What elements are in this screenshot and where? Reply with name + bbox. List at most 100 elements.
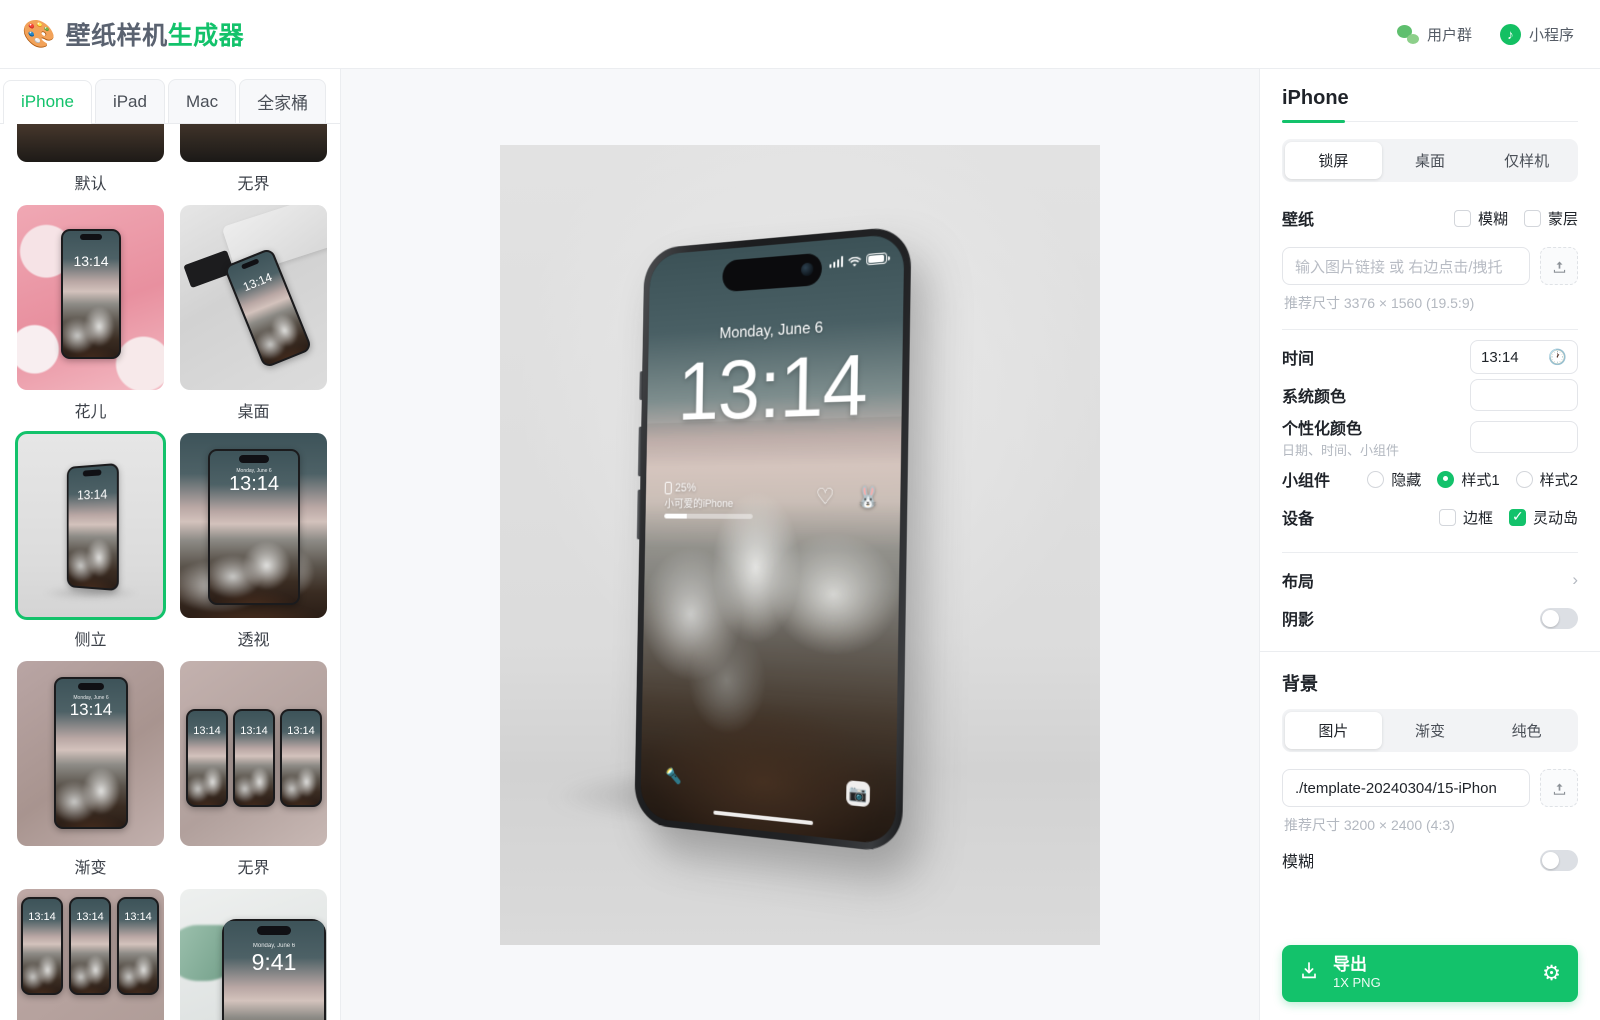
download-icon: [1299, 961, 1319, 987]
settings-panel: iPhone 锁屏 桌面 仅样机 壁纸 模糊 蒙层 输入图片链接 或 右边点击/…: [1259, 69, 1600, 1020]
battery-icon: [866, 251, 888, 265]
app-header: 🎨 壁纸样机生成器 用户群 ♪ 小程序: [0, 0, 1600, 69]
radio-icon: [1515, 470, 1533, 488]
template-item[interactable]: Monday, June 6 13:14 透视: [180, 433, 327, 661]
template-item[interactable]: 13:14 花儿: [17, 205, 164, 433]
settings-scroll[interactable]: iPhone 锁屏 桌面 仅样机 壁纸 模糊 蒙层 输入图片链接 或 右边点击/…: [1260, 69, 1600, 945]
tab-mac[interactable]: Mac: [167, 79, 237, 123]
background-blur-toggle[interactable]: [1540, 849, 1578, 871]
system-color-row: 系统颜色: [1282, 376, 1578, 414]
mockup-stage[interactable]: Monday, June 6 13:14 25% 小可爱的iPhone ♡ 🐰 …: [500, 144, 1100, 945]
status-bar-icons: [828, 251, 888, 268]
widget-option-style2-label: 样式2: [1539, 471, 1578, 489]
background-upload-button[interactable]: [1540, 769, 1578, 807]
accent-color-row: 个性化颜色 日期、时间、小组件: [1282, 414, 1578, 460]
preview-canvas[interactable]: Monday, June 6 13:14 25% 小可爱的iPhone ♡ 🐰 …: [341, 69, 1259, 1020]
wallpaper-input-row: 输入图片链接 或 右边点击/拽托: [1282, 247, 1578, 285]
widget-option-style1[interactable]: 样式1: [1437, 469, 1500, 490]
wallpaper-blur-label: 模糊: [1477, 210, 1508, 228]
layout-row[interactable]: 布局 ›: [1282, 561, 1578, 599]
template-item[interactable]: 默认: [17, 124, 164, 205]
export-button[interactable]: 导出 1X PNG ⚙: [1282, 945, 1578, 1002]
system-color-swatch[interactable]: [1470, 379, 1578, 411]
mode-tab-homescreen[interactable]: 桌面: [1382, 142, 1479, 179]
sticker-widgets: ♡ 🐰: [815, 479, 880, 510]
template-grid[interactable]: 默认 无界 13:14 花儿 13:14 桌面 13:14 侧立 Monday,…: [0, 124, 340, 1020]
user-group-link[interactable]: 用户群: [1396, 24, 1472, 45]
background-tabs: 图片 渐变 纯色: [1282, 709, 1578, 752]
iphone-mockup[interactable]: Monday, June 6 13:14 25% 小可爱的iPhone ♡ 🐰 …: [634, 224, 912, 854]
page-title: 壁纸样机生成器: [66, 16, 245, 52]
camera-icon[interactable]: 📷: [846, 779, 871, 807]
brand-title-accent: 生成器: [167, 22, 245, 50]
background-url-input[interactable]: ./template-20240304/15-iPhon: [1282, 769, 1530, 807]
upload-icon: [1553, 260, 1565, 273]
template-item[interactable]: 无界: [180, 124, 327, 205]
wallpaper-size-hint: 推荐尺寸 3376 × 1560 (19.5:9): [1284, 295, 1475, 311]
brand-title-gray: 壁纸样机: [65, 22, 168, 50]
flashlight-icon[interactable]: 🔦: [663, 763, 684, 788]
widget-label: 小组件: [1282, 473, 1331, 490]
brand[interactable]: 🎨 壁纸样机生成器: [22, 16, 244, 52]
clock-icon: 🕐: [1548, 349, 1567, 366]
checkbox-icon: [1508, 508, 1526, 526]
template-item[interactable]: 13:14 13:14 13:14 无界: [180, 661, 327, 889]
template-item[interactable]: 13:14 桌面: [180, 205, 327, 433]
template-sidebar: iPhone iPad Mac 全家桶 默认 无界 13:14 花儿 13:14…: [0, 69, 341, 1020]
shadow-row: 阴影: [1282, 599, 1578, 637]
tab-all-label: 全家桶: [257, 94, 309, 113]
mode-tab-lockscreen[interactable]: 锁屏: [1285, 142, 1382, 179]
widget-option-hidden[interactable]: 隐藏: [1367, 469, 1421, 490]
cellular-signal-icon: [828, 255, 844, 268]
template-thumbnail: Monday, June 6 13:14: [180, 433, 327, 618]
background-tab-gradient[interactable]: 渐变: [1382, 712, 1479, 749]
app-body: iPhone iPad Mac 全家桶 默认 无界 13:14 花儿 13:14…: [0, 69, 1600, 1020]
widget-option-style2[interactable]: 样式2: [1515, 469, 1578, 490]
checkbox-icon: [1438, 508, 1456, 526]
background-tab-image[interactable]: 图片: [1285, 712, 1382, 749]
template-item[interactable]: 13:14 13:14 13:14: [17, 889, 164, 1020]
template-item[interactable]: Monday, June 6 9:41: [180, 889, 327, 1020]
accent-color-label: 个性化颜色: [1282, 421, 1363, 438]
gear-icon[interactable]: ⚙: [1542, 961, 1561, 986]
tab-ipad[interactable]: iPad: [94, 79, 165, 123]
mode-tab-deviceonly[interactable]: 仅样机: [1478, 142, 1575, 179]
lock-widgets: 25% 小可爱的iPhone ♡ 🐰: [664, 479, 881, 519]
wallpaper-upload-button[interactable]: [1540, 247, 1578, 285]
accent-color-swatch[interactable]: [1470, 421, 1578, 453]
mode-tabs: 锁屏 桌面 仅样机: [1282, 139, 1578, 182]
wallpaper-url-input[interactable]: 输入图片链接 或 右边点击/拽托: [1282, 247, 1530, 285]
device-row: 设备 边框 灵动岛: [1282, 498, 1578, 536]
miniprogram-label: 小程序: [1528, 26, 1574, 44]
export-label: 导出: [1333, 954, 1367, 974]
shadow-toggle[interactable]: [1540, 607, 1578, 629]
template-label: 桌面: [237, 404, 270, 421]
wallpaper-mask-checkbox[interactable]: 蒙层: [1523, 208, 1578, 229]
template-thumbnail: Monday, June 6 13:14: [17, 661, 164, 846]
template-item-selected[interactable]: 13:14 侧立: [15, 431, 166, 661]
widget-options: 隐藏 样式1 样式2: [1367, 469, 1578, 490]
time-value: 13:14: [1481, 348, 1519, 366]
wifi-icon: [848, 254, 862, 267]
template-label: 花儿: [74, 404, 107, 421]
template-item[interactable]: Monday, June 6 13:14 渐变: [17, 661, 164, 889]
miniprogram-link[interactable]: ♪ 小程序: [1499, 23, 1574, 45]
widget-option-hidden-label: 隐藏: [1391, 471, 1422, 489]
tab-all[interactable]: 全家桶: [239, 79, 327, 123]
device-border-checkbox[interactable]: 边框: [1438, 507, 1493, 528]
lock-time: 13:14: [677, 335, 868, 437]
header-links: 用户群 ♪ 小程序: [1396, 23, 1574, 45]
tab-iphone[interactable]: iPhone: [3, 80, 92, 124]
volume-up-button: [637, 426, 643, 476]
chevron-right-icon: ›: [1572, 570, 1578, 589]
template-thumbnail: 13:14 13:14 13:14: [180, 661, 327, 846]
template-thumbnail: Monday, June 6 9:41: [180, 889, 327, 1020]
settings-title: iPhone: [1282, 87, 1349, 109]
time-row: 时间 13:14 🕐: [1282, 338, 1578, 376]
template-label: 侧立: [74, 632, 107, 649]
device-dynamicisland-checkbox[interactable]: 灵动岛: [1508, 507, 1578, 528]
time-input[interactable]: 13:14 🕐: [1470, 340, 1578, 374]
background-tab-solid[interactable]: 纯色: [1478, 712, 1575, 749]
battery-widget: 25% 小可爱的iPhone: [664, 480, 753, 519]
wallpaper-blur-checkbox[interactable]: 模糊: [1453, 208, 1508, 229]
